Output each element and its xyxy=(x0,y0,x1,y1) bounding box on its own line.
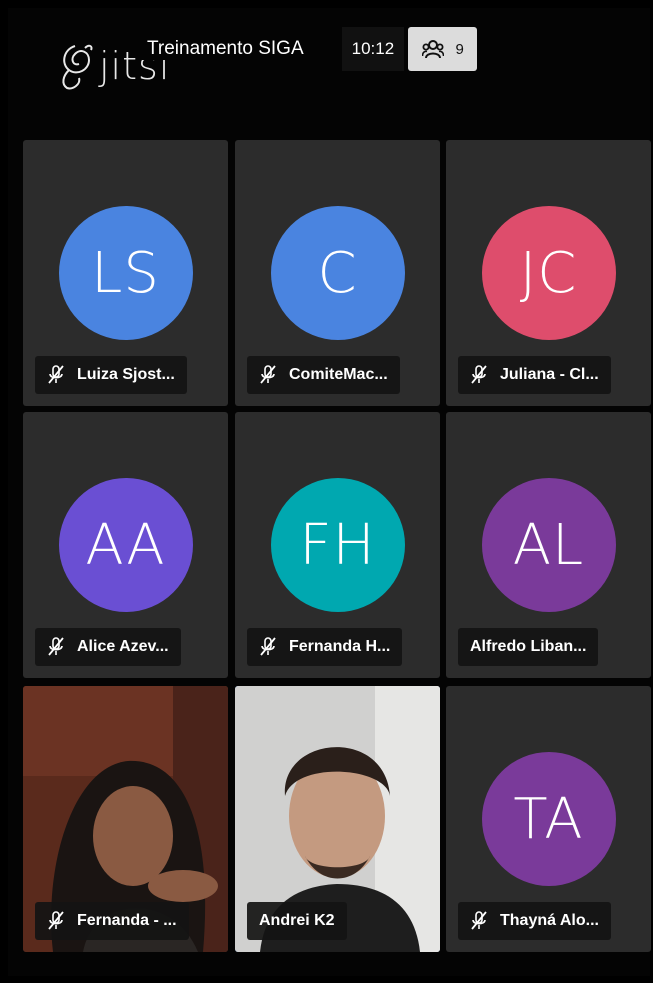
mic-muted-icon xyxy=(470,911,488,931)
participants-icon xyxy=(421,40,444,59)
participant-name-label: Juliana - Cl... xyxy=(458,356,611,394)
participant-name: Luiza Sjost... xyxy=(77,366,175,383)
jitsi-logo-icon xyxy=(62,44,93,90)
meeting-header: Treinamento SIGA 10:12 9 xyxy=(137,27,478,71)
meeting-timer: 10:12 xyxy=(341,27,405,71)
participant-name-label: Luiza Sjost... xyxy=(35,356,187,394)
participant-tile[interactable]: AA Alice Azev... xyxy=(23,412,228,678)
mic-muted-icon xyxy=(47,911,65,931)
participant-tile[interactable]: AL Alfredo Liban... xyxy=(446,412,651,678)
participant-avatar: LS xyxy=(58,206,193,340)
participant-name: Alfredo Liban... xyxy=(470,638,587,655)
participant-name-label: Fernanda H... xyxy=(247,628,403,666)
participant-avatar: AA xyxy=(58,478,193,612)
mic-muted-icon xyxy=(47,365,65,385)
participant-name: Fernanda - ... xyxy=(77,912,177,929)
participant-tile[interactable]: C ComiteMac... xyxy=(235,140,440,406)
participant-avatar: FH xyxy=(270,478,405,612)
participant-tile[interactable]: Fernanda - ... xyxy=(23,686,228,952)
participant-name-label: ComiteMac... xyxy=(247,356,400,394)
participant-name: Thayná Alo... xyxy=(500,912,599,929)
participant-name-label: Fernanda - ... xyxy=(35,902,189,940)
participant-tile[interactable]: TA Thayná Alo... xyxy=(446,686,651,952)
participant-count: 9 xyxy=(455,40,464,58)
participants-button[interactable]: 9 xyxy=(408,27,478,71)
participant-name: Fernanda H... xyxy=(289,638,391,655)
mic-muted-icon xyxy=(259,365,277,385)
meeting-title: Treinamento SIGA xyxy=(137,38,314,60)
participant-name: Andrei K2 xyxy=(259,912,335,929)
mic-muted-icon xyxy=(259,637,277,657)
mic-muted-icon xyxy=(470,365,488,385)
participant-tile[interactable]: LS Luiza Sjost... xyxy=(23,140,228,406)
participant-name-label: Alice Azev... xyxy=(35,628,181,666)
participant-name-label: Thayná Alo... xyxy=(458,902,611,940)
participant-name-label: Alfredo Liban... xyxy=(458,628,599,666)
participant-tile[interactable]: FH Fernanda H... xyxy=(235,412,440,678)
participant-avatar: C xyxy=(270,206,405,340)
participant-avatar: AL xyxy=(481,478,616,612)
participant-name: Juliana - Cl... xyxy=(500,366,599,383)
participant-tile[interactable]: Andrei K2 xyxy=(235,686,440,952)
participant-name-label: Andrei K2 xyxy=(247,902,347,940)
participant-name: ComiteMac... xyxy=(289,366,388,383)
participant-name: Alice Azev... xyxy=(77,638,169,655)
participant-avatar: TA xyxy=(481,752,616,886)
participant-avatar: JC xyxy=(481,206,616,340)
mic-muted-icon xyxy=(47,637,65,657)
participant-tile[interactable]: JC Juliana - Cl... xyxy=(446,140,651,406)
